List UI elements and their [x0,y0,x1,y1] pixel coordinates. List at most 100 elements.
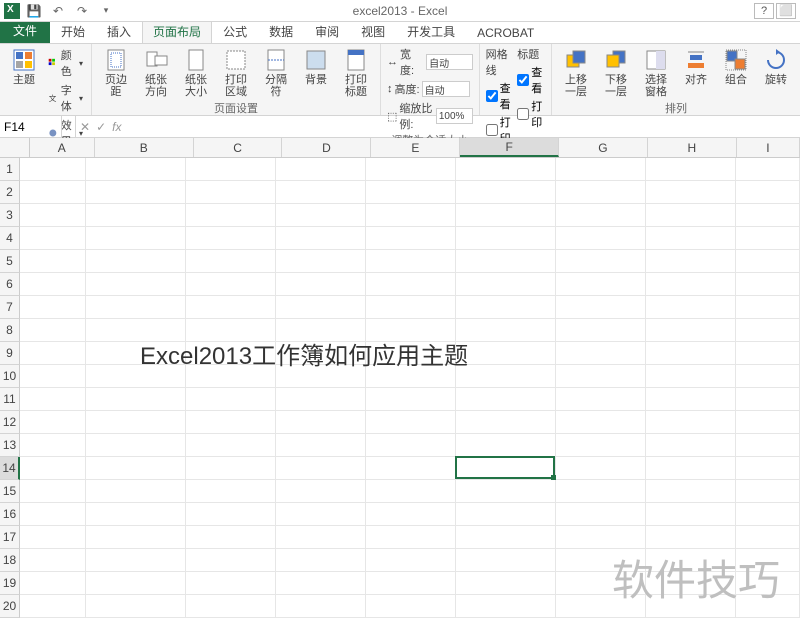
cell[interactable] [736,158,800,181]
row-header[interactable]: 7 [0,296,20,319]
row-header[interactable]: 13 [0,434,20,457]
cell[interactable] [456,296,556,319]
themes-button[interactable]: 主题 [6,46,42,88]
column-header[interactable]: E [371,138,460,157]
row-header[interactable]: 20 [0,595,20,618]
cell[interactable] [556,181,646,204]
cell[interactable] [456,549,556,572]
tab-acrobat[interactable]: ACROBAT [466,22,545,43]
cell[interactable] [646,434,736,457]
cell[interactable] [366,204,456,227]
row-header[interactable]: 19 [0,572,20,595]
cell[interactable] [736,457,800,480]
cell[interactable] [186,365,276,388]
cell[interactable] [186,319,276,342]
cancel-formula-icon[interactable]: ✕ [80,120,90,134]
cell[interactable] [276,273,366,296]
cell[interactable] [456,526,556,549]
orientation-button[interactable]: 纸张方向 [138,46,174,100]
cell[interactable] [276,549,366,572]
cell[interactable] [456,503,556,526]
row-header[interactable]: 2 [0,181,20,204]
rotate-button[interactable]: 旋转 [758,46,794,88]
cell[interactable] [276,296,366,319]
cell[interactable] [186,526,276,549]
cell[interactable] [366,181,456,204]
save-icon[interactable]: 💾 [24,2,44,20]
cell[interactable] [186,273,276,296]
cell[interactable] [456,411,556,434]
cell[interactable] [86,572,186,595]
cell[interactable] [646,480,736,503]
cell[interactable] [20,204,86,227]
cell[interactable] [20,549,86,572]
cell[interactable] [20,411,86,434]
size-button[interactable]: 纸张大小 [178,46,214,100]
row-header[interactable]: 6 [0,273,20,296]
cell[interactable] [646,250,736,273]
cell[interactable] [20,457,86,480]
cell[interactable] [736,388,800,411]
tab-view[interactable]: 视图 [350,19,396,43]
tab-developer[interactable]: 开发工具 [396,19,466,43]
cell[interactable] [186,296,276,319]
cell[interactable] [736,549,800,572]
row-header[interactable]: 4 [0,227,20,250]
width-combo[interactable]: 自动 [426,54,472,70]
cell[interactable] [20,503,86,526]
tab-review[interactable]: 审阅 [304,19,350,43]
cell[interactable] [556,250,646,273]
cell[interactable] [20,434,86,457]
selection-pane-button[interactable]: 选择窗格 [638,46,674,100]
cell[interactable] [20,296,86,319]
cell[interactable] [456,457,556,480]
align-button[interactable]: 对齐 [678,46,714,88]
cell[interactable] [276,365,366,388]
gridlines-print-check[interactable] [486,124,498,136]
column-header[interactable]: D [282,138,371,157]
cell[interactable] [736,572,800,595]
column-header[interactable]: B [95,138,194,157]
cell[interactable] [186,434,276,457]
cell[interactable] [366,273,456,296]
cell[interactable] [20,480,86,503]
row-header[interactable]: 12 [0,411,20,434]
cell[interactable] [20,595,86,618]
cell[interactable] [646,365,736,388]
cell[interactable] [556,204,646,227]
cell[interactable] [186,204,276,227]
cell[interactable] [186,250,276,273]
cell[interactable] [86,319,186,342]
cell[interactable] [736,480,800,503]
cell[interactable] [366,503,456,526]
cell[interactable] [646,549,736,572]
cell[interactable] [186,503,276,526]
cell[interactable] [736,411,800,434]
cell[interactable] [456,434,556,457]
cell[interactable] [276,526,366,549]
tab-page-layout[interactable]: 页面布局 [142,19,212,43]
tab-insert[interactable]: 插入 [96,19,142,43]
cell[interactable] [366,227,456,250]
cell[interactable] [366,549,456,572]
cell[interactable] [276,181,366,204]
cell[interactable] [556,296,646,319]
cell[interactable] [556,365,646,388]
cell[interactable] [86,503,186,526]
name-box[interactable]: F14 [0,116,62,137]
cell[interactable] [556,434,646,457]
cell[interactable] [20,273,86,296]
cell[interactable] [646,388,736,411]
cell[interactable] [456,227,556,250]
cell[interactable] [186,549,276,572]
row-header[interactable]: 5 [0,250,20,273]
cell[interactable] [20,319,86,342]
cell[interactable] [646,595,736,618]
cell[interactable] [276,457,366,480]
cell[interactable] [556,411,646,434]
cell[interactable] [86,204,186,227]
cell[interactable] [86,411,186,434]
cell[interactable] [556,526,646,549]
cell[interactable] [276,411,366,434]
fonts-button[interactable]: 文字体 ▾ [46,81,85,115]
